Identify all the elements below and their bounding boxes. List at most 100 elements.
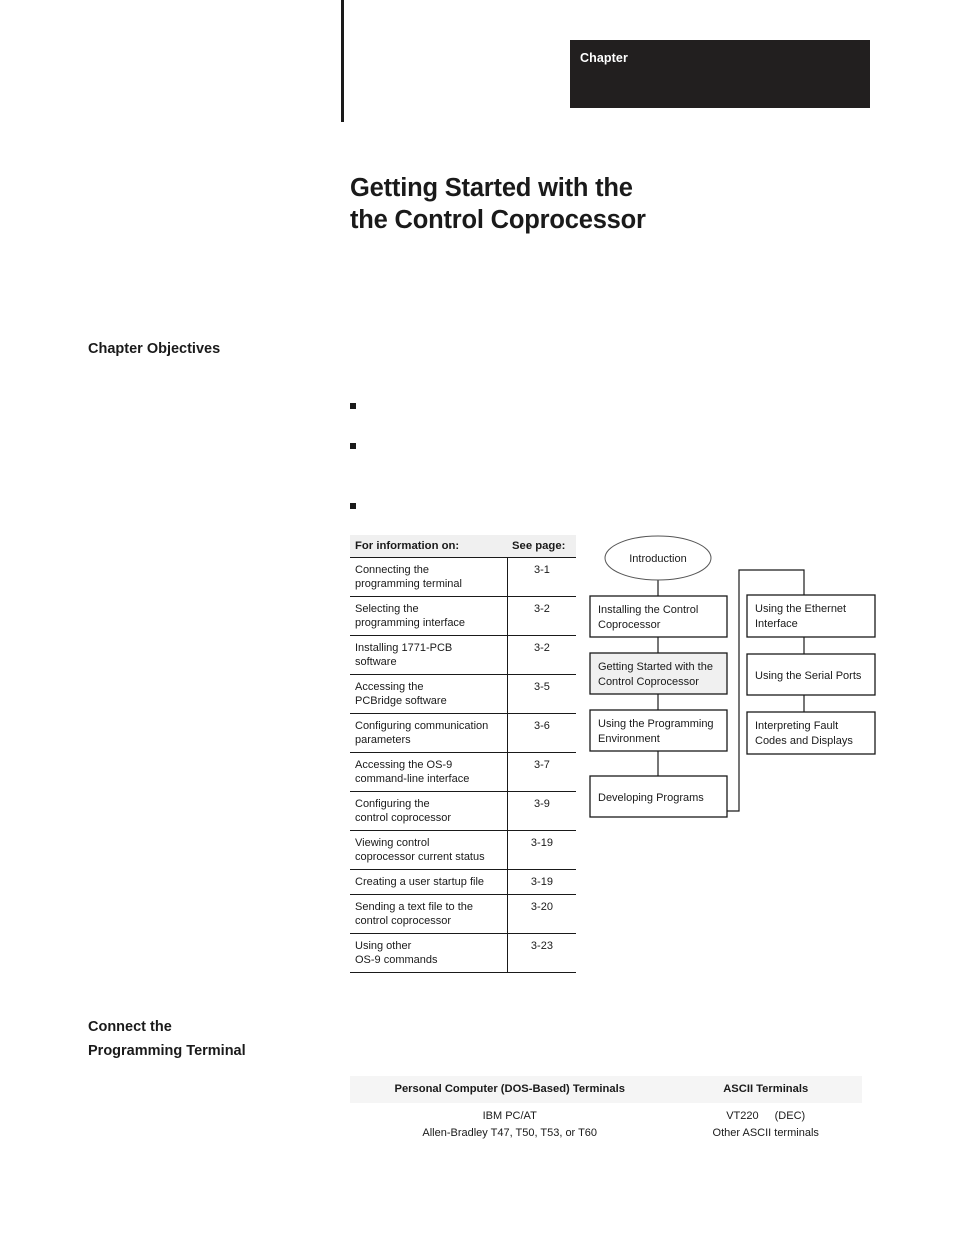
ascii-terminal-vendor: (DEC) [774, 1110, 806, 1122]
page-title-line-2: the Control Coprocessor [350, 206, 646, 234]
topic-line-1: Connecting the [355, 564, 429, 576]
table-row: IBM PC/AT Allen-Bradley T47, T50, T53, o… [350, 1103, 862, 1145]
topic-line-2: PCBridge software [355, 695, 447, 707]
flow-node-fault-codes-line-1: Interpreting Fault [755, 720, 838, 732]
flow-node-ethernet-interface: Using the Ethernet Interface [746, 594, 876, 638]
chapter-contents-table-head: For information on: See page: [350, 535, 576, 558]
page-title-line-1: Getting Started with the [350, 174, 633, 202]
flow-node-ethernet-interface-box [746, 594, 876, 638]
bullet-marker-1 [350, 403, 356, 409]
flow-node-programming-environment-line-1: Using the Programming [598, 718, 714, 730]
pc-terminal-line-2: Allen-Bradley T47, T50, T53, or T60 [422, 1127, 598, 1139]
table-cell-page: 3-7 [507, 752, 576, 792]
bullet-marker-3 [350, 503, 356, 509]
table-cell-topic: Viewing control coprocessor current stat… [350, 830, 508, 870]
topic-line-2: control coprocessor [355, 812, 451, 824]
table-cell-topic: Accessing the OS-9 command-line interfac… [350, 752, 508, 792]
ascii-terminal-line-2: Other ASCII terminals [712, 1127, 819, 1139]
topic-line-2: software [355, 656, 397, 668]
flow-node-ethernet-interface-line-1: Using the Ethernet [755, 603, 846, 615]
supported-terminals-table: Personal Computer (DOS-Based) Terminals … [350, 1076, 862, 1145]
table-row: Selecting the programming interface 3-2 [350, 596, 576, 636]
table-cell-topic: Configuring the control coprocessor [350, 791, 508, 831]
pc-terminal-line-1: IBM PC/AT [482, 1110, 537, 1122]
chapter-navigation-flowchart: Introduction Installing the Control Copr… [586, 530, 886, 825]
table-cell-page: 3-19 [507, 830, 576, 870]
page-title: Getting Started with the the Control Cop… [350, 172, 870, 236]
table-row: Configuring the control coprocessor 3-9 [350, 791, 576, 831]
column-header-see-page: See page: [507, 535, 576, 558]
table-cell-page: 3-2 [507, 635, 576, 675]
document-page: Chapter Getting Started with the the Con… [0, 0, 954, 1235]
topic-line-2: command-line interface [355, 773, 470, 785]
ascii-terminal-line-1: VT220 (DEC) [673, 1108, 858, 1125]
table-cell-topic: Installing 1771-PCB software [350, 635, 508, 675]
topic-line-2: programming terminal [355, 578, 462, 590]
chapter-contents-table-body: Connecting the programming terminal 3-1 … [350, 557, 576, 973]
chapter-label: Chapter [580, 51, 628, 65]
table-cell-topic: Using other OS-9 commands [350, 933, 508, 973]
table-cell-page: 3-20 [507, 894, 576, 934]
bullet-marker-2 [350, 443, 356, 449]
flow-node-introduction-label: Introduction [629, 553, 686, 565]
topic-line-1: Configuring communication [355, 720, 489, 732]
table-row: Accessing the OS-9 command-line interfac… [350, 752, 576, 792]
topic-line-2: parameters [355, 734, 411, 746]
topic-line-1: Using other [355, 940, 412, 952]
table-cell-pc-terminals: IBM PC/AT Allen-Bradley T47, T50, T53, o… [350, 1103, 669, 1145]
flow-node-getting-started-line-2: Control Coprocessor [598, 676, 699, 688]
section-heading-connect-programming-terminal: Connect the Programming Terminal [88, 1015, 246, 1063]
table-cell-topic: Creating a user startup file [350, 869, 508, 895]
flow-node-ethernet-interface-line-2: Interface [755, 618, 798, 630]
flow-node-getting-started: Getting Started with the Control Coproce… [589, 652, 728, 695]
table-header-row: For information on: See page: [350, 535, 576, 558]
table-header-row: Personal Computer (DOS-Based) Terminals … [350, 1076, 862, 1103]
topic-line-1: Accessing the OS-9 [355, 759, 453, 771]
topic-line-1: Configuring the [355, 798, 430, 810]
header-vertical-rule [341, 0, 344, 122]
chapter-contents-table: For information on: See page: Connecting… [350, 535, 576, 973]
topic-line-1: Accessing the [355, 681, 424, 693]
flow-node-programming-environment-line-2: Environment [598, 733, 660, 745]
flow-node-fault-codes-box [746, 711, 876, 755]
supported-terminals-table-head: Personal Computer (DOS-Based) Terminals … [350, 1076, 862, 1103]
table-row: Installing 1771-PCB software 3-2 [350, 635, 576, 675]
flow-node-fault-codes: Interpreting Fault Codes and Displays [746, 711, 876, 755]
section-heading-chapter-objectives: Chapter Objectives [88, 337, 220, 361]
section-heading-connect-line-1: Connect the [88, 1019, 172, 1035]
flow-node-developing-programs: Developing Programs [589, 775, 728, 818]
flow-node-programming-environment: Using the Programming Environment [589, 709, 728, 752]
topic-line-2: coprocessor current status [355, 851, 485, 863]
topic-line-2: OS-9 commands [355, 954, 438, 966]
topic-line-1: Selecting the [355, 603, 419, 615]
flow-node-installing-line-1: Installing the Control [598, 604, 698, 616]
flow-node-developing-programs-line-1: Developing Programs [598, 792, 704, 804]
table-row: Configuring communication parameters 3-6 [350, 713, 576, 753]
ascii-terminal-model: VT220 [726, 1110, 759, 1122]
table-row: Viewing control coprocessor current stat… [350, 830, 576, 870]
table-cell-topic: Connecting the programming terminal [350, 557, 508, 597]
flow-node-serial-ports: Using the Serial Ports [746, 653, 876, 696]
flow-node-getting-started-line-1: Getting Started with the [598, 661, 713, 673]
column-header-information: For information on: [350, 535, 508, 558]
table-cell-ascii-terminals: VT220 (DEC) Other ASCII terminals [669, 1103, 862, 1145]
table-row: Creating a user startup file 3-19 [350, 869, 576, 895]
topic-line-2: control coprocessor [355, 915, 451, 927]
table-row: Using other OS-9 commands 3-23 [350, 933, 576, 973]
flow-node-serial-ports-line-1: Using the Serial Ports [755, 670, 862, 682]
topic-line-1: Sending a text file to the [355, 901, 474, 913]
table-cell-page: 3-9 [507, 791, 576, 831]
column-header-pc-terminals: Personal Computer (DOS-Based) Terminals [350, 1076, 670, 1103]
table-row: Connecting the programming terminal 3-1 [350, 557, 576, 597]
table-cell-page: 3-23 [507, 933, 576, 973]
flow-node-installing-line-2: Coprocessor [598, 619, 661, 631]
topic-line-1: Viewing control [355, 837, 430, 849]
flow-node-introduction: Introduction [604, 535, 712, 581]
chapter-banner: Chapter [570, 40, 870, 108]
flow-node-fault-codes-line-2: Codes and Displays [755, 735, 853, 747]
table-row: Accessing the PCBridge software 3-5 [350, 674, 576, 714]
table-cell-page: 3-2 [507, 596, 576, 636]
table-cell-topic: Configuring communication parameters [350, 713, 508, 753]
section-heading-chapter-objectives-line-1: Chapter Objectives [88, 341, 221, 357]
table-cell-page: 3-19 [507, 869, 576, 895]
